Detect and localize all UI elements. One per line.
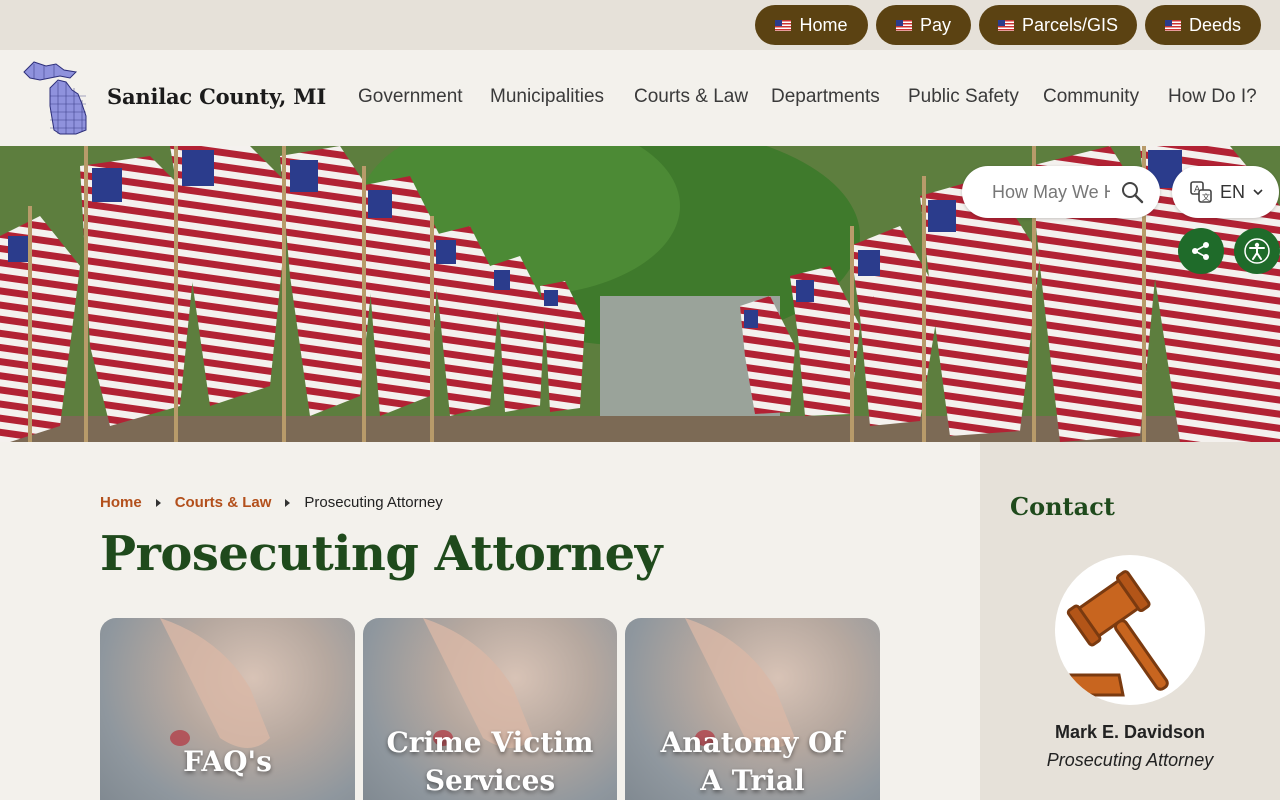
nav-how-do-i[interactable]: How Do I?: [1168, 86, 1257, 108]
contact-name: Mark E. Davidson: [1054, 722, 1206, 742]
card-crime-victim-services[interactable]: Crime Victim Services: [363, 618, 617, 800]
nav-departments[interactable]: Departments: [771, 86, 880, 108]
card-faqs[interactable]: FAQ's: [100, 618, 355, 800]
utility-home-button[interactable]: Home: [755, 5, 868, 45]
page-title: Prosecuting Attorney: [100, 526, 663, 582]
flag-icon: [997, 19, 1014, 31]
utility-bar: Home Pay Parcels/GIS Deeds: [0, 0, 1280, 50]
share-button[interactable]: [1178, 228, 1224, 274]
gavel-icon: [1063, 570, 1169, 697]
nav-courts-law[interactable]: Courts & Law: [634, 86, 748, 108]
breadcrumb-home[interactable]: Home: [100, 494, 142, 511]
breadcrumb-arrow-icon: [285, 498, 291, 507]
flag-icon: [775, 19, 792, 31]
translate-icon: A 文: [1190, 181, 1212, 203]
breadcrumb-current: Prosecuting Attorney: [304, 494, 443, 511]
language-label: EN: [1220, 181, 1246, 202]
search-input[interactable]: [992, 181, 1110, 203]
share-icon: [1192, 242, 1209, 260]
search-icon[interactable]: [1120, 180, 1144, 204]
language-selector[interactable]: A 文 EN: [1172, 166, 1279, 218]
nav-municipalities[interactable]: Municipalities: [490, 86, 604, 108]
card-crime-victim-services-label: Crime Victim Services: [386, 726, 594, 797]
utility-deeds-label: Deeds: [1188, 14, 1242, 35]
utility-home-label: Home: [799, 14, 848, 35]
utility-parcels-button[interactable]: Parcels/GIS: [979, 5, 1137, 45]
site-search: [962, 166, 1160, 218]
chevron-down-icon: [1253, 189, 1263, 196]
accessibility-icon: [1244, 238, 1270, 264]
site-name[interactable]: Sanilac County, MI: [107, 84, 326, 109]
contact-heading: Contact: [1010, 492, 1115, 521]
michigan-logo[interactable]: [20, 60, 90, 136]
utility-pay-label: Pay: [919, 14, 952, 35]
card-anatomy-of-a-trial-label: Anatomy Of A Trial: [660, 726, 845, 797]
card-faqs-label: FAQ's: [183, 745, 272, 778]
breadcrumb: Home Courts & Law Prosecuting Attorney: [100, 494, 443, 511]
contact-avatar: [1055, 555, 1205, 705]
nav-government[interactable]: Government: [358, 86, 463, 108]
utility-pay-button[interactable]: Pay: [876, 5, 971, 45]
card-anatomy-of-a-trial[interactable]: Anatomy Of A Trial: [625, 618, 880, 800]
svg-text:文: 文: [1202, 192, 1210, 202]
utility-parcels-label: Parcels/GIS: [1021, 14, 1119, 35]
flag-icon: [895, 19, 912, 31]
utility-deeds-button[interactable]: Deeds: [1145, 5, 1261, 45]
breadcrumb-arrow-icon: [155, 498, 161, 507]
nav-community[interactable]: Community: [1043, 86, 1139, 108]
breadcrumb-courts-law[interactable]: Courts & Law: [175, 494, 272, 511]
flag-icon: [1164, 19, 1181, 31]
nav-public-safety[interactable]: Public Safety: [908, 86, 1019, 108]
accessibility-button[interactable]: [1234, 228, 1280, 274]
contact-role: Prosecuting Attorney: [1046, 750, 1214, 770]
